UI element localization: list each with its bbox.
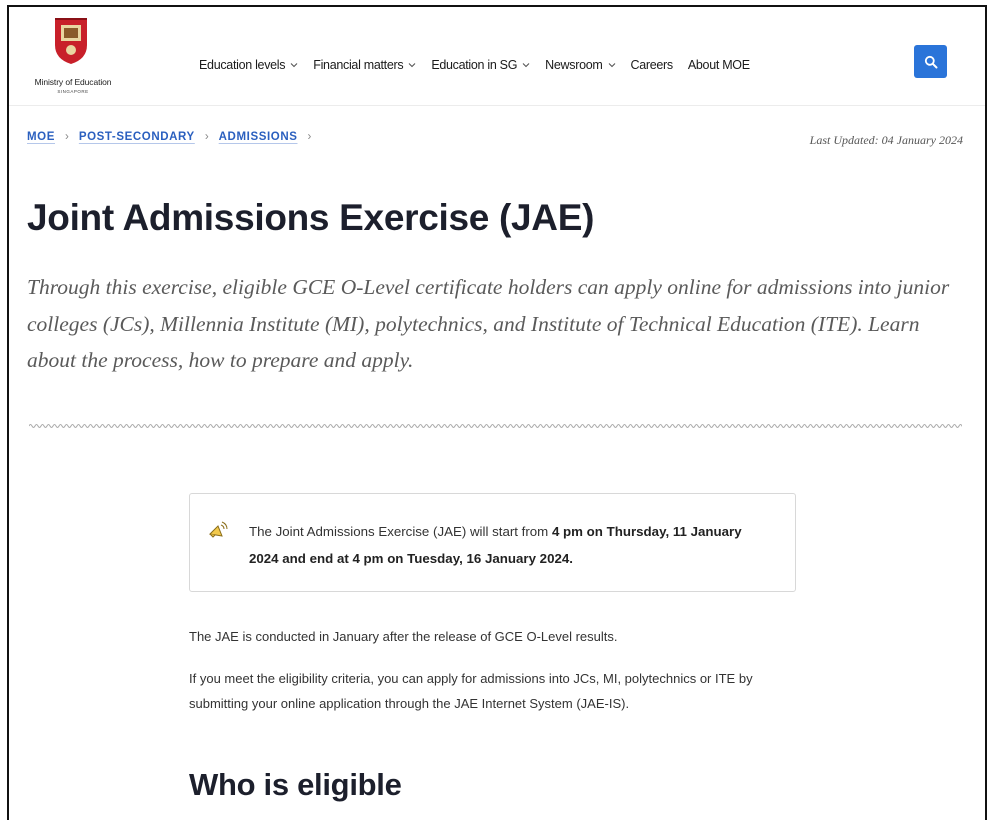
breadcrumb-separator: ›	[307, 131, 312, 143]
nav-label: Financial matters	[313, 58, 404, 72]
breadcrumb-admissions[interactable]: ADMISSIONS	[219, 131, 298, 143]
site-header: Ministry of Education SINGAPORE Educatio…	[9, 7, 985, 106]
nav-newsroom[interactable]: Newsroom	[545, 58, 615, 72]
search-button[interactable]	[914, 45, 947, 78]
wavy-divider	[29, 424, 962, 428]
nav-label: Education levels	[199, 58, 286, 72]
chevron-down-icon	[290, 63, 298, 68]
search-icon	[924, 55, 937, 68]
chevron-down-icon	[408, 63, 416, 68]
notice-callout: The Joint Admissions Exercise (JAE) will…	[189, 493, 796, 592]
breadcrumb-separator: ›	[65, 131, 69, 143]
paragraph-eligibility: If you meet the eligibility criteria, yo…	[189, 671, 753, 711]
page-title: Joint Admissions Exercise (JAE)	[27, 197, 595, 238]
nav-label: About MOE	[687, 58, 750, 72]
paragraph-jae-conducted: The JAE is conducted in January after th…	[189, 629, 618, 644]
notice-text-regular: The Joint Admissions Exercise (JAE) will…	[249, 524, 552, 539]
chevron-down-icon	[608, 63, 615, 68]
breadcrumb-post-secondary[interactable]: POST-SECONDARY	[79, 131, 195, 143]
browser-frame: Ministry of Education SINGAPORE Educatio…	[7, 5, 987, 820]
breadcrumb-separator: ›	[204, 131, 209, 143]
breadcrumb: MOE › POST-SECONDARY › ADMISSIONS ›	[27, 131, 321, 143]
moe-logo[interactable]: Ministry of Education SINGAPORE	[31, 13, 121, 99]
logo-name: Ministry of Education	[34, 77, 112, 87]
nav-label: Education in SG	[431, 58, 518, 72]
megaphone-icon	[208, 521, 228, 538]
nav-education-in-sg[interactable]: Education in SG	[431, 58, 530, 72]
breadcrumb-moe[interactable]: MOE	[27, 131, 55, 143]
nav-careers[interactable]: Careers	[630, 58, 674, 72]
chevron-down-icon	[522, 63, 530, 68]
heading-who-is-eligible: Who is eligible	[189, 767, 402, 802]
page-intro: Through this exercise, eligible GCE O-Le…	[27, 275, 950, 372]
nav-financial-matters[interactable]: Financial matters	[313, 58, 416, 72]
nav-about-moe[interactable]: About MOE	[688, 58, 750, 72]
main-nav: Education levels Financial matters Educa…	[199, 58, 765, 72]
nav-education-levels[interactable]: Education levels	[199, 58, 298, 72]
moe-crest-icon	[55, 18, 87, 64]
nav-label: Newsroom	[545, 58, 603, 72]
nav-label: Careers	[630, 58, 674, 72]
logo-subtitle: SINGAPORE	[57, 89, 89, 94]
last-updated: Last Updated: 04 January 2024	[809, 133, 963, 147]
notice-text: The Joint Admissions Exercise (JAE) will…	[249, 518, 769, 572]
